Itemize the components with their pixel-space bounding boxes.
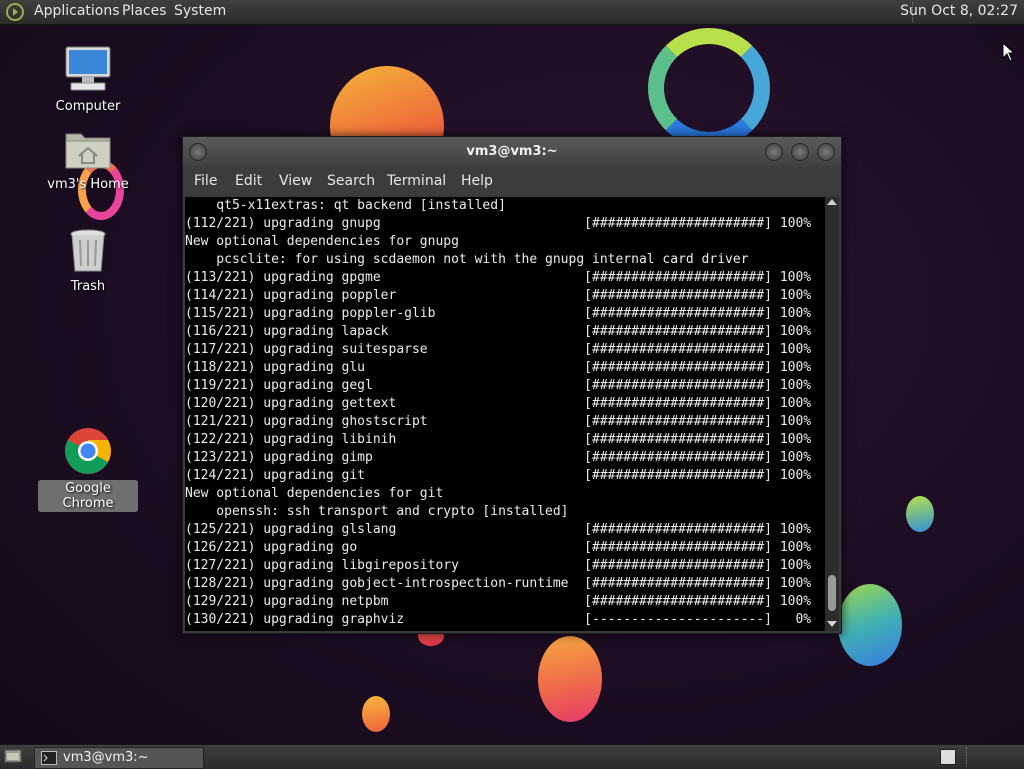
terminal-line: (128/221) upgrading gobject-introspectio… (185, 576, 812, 591)
terminal-line: (116/221) upgrading lapack [############… (185, 324, 812, 339)
menu-system[interactable]: System (174, 3, 226, 19)
taskbar-item-label: vm3@vm3:~ (63, 750, 149, 765)
maximize-button[interactable] (791, 143, 809, 161)
workspace-switcher[interactable] (940, 749, 956, 765)
terminal-scrollbar[interactable] (825, 197, 839, 631)
menu-applications[interactable]: Applications (34, 3, 120, 19)
window-title: vm3@vm3:~ (466, 144, 558, 159)
scroll-up-icon[interactable] (827, 199, 837, 205)
taskbar-item-terminal[interactable]: vm3@vm3:~ (34, 747, 204, 769)
panel-separator (966, 747, 968, 767)
terminal-window: vm3@vm3:~ File Edit View Search Terminal… (182, 136, 842, 634)
minimize-button[interactable] (765, 143, 783, 161)
top-panel: Applications Places System Sun Oct 8, 02… (0, 0, 1024, 25)
menu-file[interactable]: File (194, 173, 217, 189)
menu-search[interactable]: Search (327, 173, 375, 189)
window-titlebar[interactable]: vm3@vm3:~ (183, 137, 841, 167)
terminal-line: (113/221) upgrading gpgme [#############… (185, 270, 812, 285)
wallpaper-orange-blob (362, 696, 390, 732)
terminal-line: (122/221) upgrading libinih [###########… (185, 432, 812, 447)
terminal-output[interactable]: qt5-x11extras: qt backend [installed] (11… (185, 197, 825, 631)
bottom-panel: vm3@vm3:~ (0, 744, 1024, 769)
terminal-line: (123/221) upgrading gimp [##############… (185, 450, 812, 465)
terminal-line: pcsclite: for using scdaemon not with th… (185, 252, 749, 267)
terminal-line: New optional dependencies for gnupg (185, 234, 459, 249)
wallpaper-blue-blob (838, 584, 902, 666)
terminal-line: (125/221) upgrading glslang [###########… (185, 522, 812, 537)
desktop-icon-label: vm3's Home (47, 177, 129, 192)
terminal-line: qt5-x11extras: qt backend [installed] (185, 198, 506, 213)
terminal-line: (121/221) upgrading ghostscript [#######… (185, 414, 812, 429)
terminal-line: (114/221) upgrading poppler [###########… (185, 288, 812, 303)
desktop-icon-computer[interactable]: Computer (38, 44, 138, 115)
menu-help[interactable]: Help (461, 173, 493, 189)
chrome-icon (65, 428, 111, 474)
terminal-line: (126/221) upgrading go [################… (185, 540, 812, 555)
window-menubar: File Edit View Search Terminal Help (183, 167, 841, 195)
menu-places[interactable]: Places (122, 3, 167, 19)
scroll-down-icon[interactable] (827, 621, 837, 627)
terminal-line: (120/221) upgrading gettext [###########… (185, 396, 812, 411)
terminal-line: New optional dependencies for git (185, 486, 444, 501)
terminal-line: (117/221) upgrading suitesparse [#######… (185, 342, 812, 357)
clock[interactable]: Sun Oct 8, 02:27 (900, 3, 1018, 19)
desktop-icon-label: Computer (55, 99, 121, 114)
terminal-line: (130/221) upgrading graphviz [----------… (185, 612, 812, 627)
computer-icon (65, 46, 111, 91)
desktop-icon-label: Google Chrome (38, 480, 138, 512)
mouse-cursor-icon (1002, 42, 1016, 62)
desktop-icon-home[interactable]: vm3's Home (38, 128, 138, 193)
terminal-line: (129/221) upgrading netpbm [############… (185, 594, 812, 609)
applications-logo-icon[interactable] (6, 3, 24, 21)
trash-icon (70, 229, 106, 272)
close-button[interactable] (817, 143, 835, 161)
terminal-line: (112/221) upgrading gnupg [#############… (185, 216, 812, 231)
terminal-line: (115/221) upgrading poppler-glib [######… (185, 306, 812, 321)
terminal-icon (41, 751, 57, 765)
terminal-text: qt5-x11extras: qt backend [installed] (11… (185, 197, 825, 629)
terminal-line: (124/221) upgrading git [###############… (185, 468, 812, 483)
desktop-icon-chrome[interactable]: Google Chrome (38, 426, 138, 512)
scrollbar-thumb[interactable] (828, 575, 836, 611)
desktop-icon-label: Trash (70, 279, 106, 294)
desktop-icon-trash[interactable]: Trash (38, 226, 138, 295)
show-desktop-icon[interactable] (4, 748, 22, 764)
terminal-line: (127/221) upgrading libgirepository [###… (185, 558, 812, 573)
terminal-line: (118/221) upgrading glu [###############… (185, 360, 812, 375)
menu-edit[interactable]: Edit (235, 173, 262, 189)
home-folder-icon (65, 133, 111, 169)
menu-terminal[interactable]: Terminal (387, 173, 446, 189)
wallpaper-blue-blob (906, 496, 934, 532)
wallpaper-green-ring (648, 28, 770, 148)
menu-view[interactable]: View (279, 173, 312, 189)
terminal-line: openssh: ssh transport and crypto [insta… (185, 504, 569, 519)
terminal-line: (119/221) upgrading gegl [##############… (185, 378, 812, 393)
wallpaper-orange-blob (538, 636, 602, 722)
